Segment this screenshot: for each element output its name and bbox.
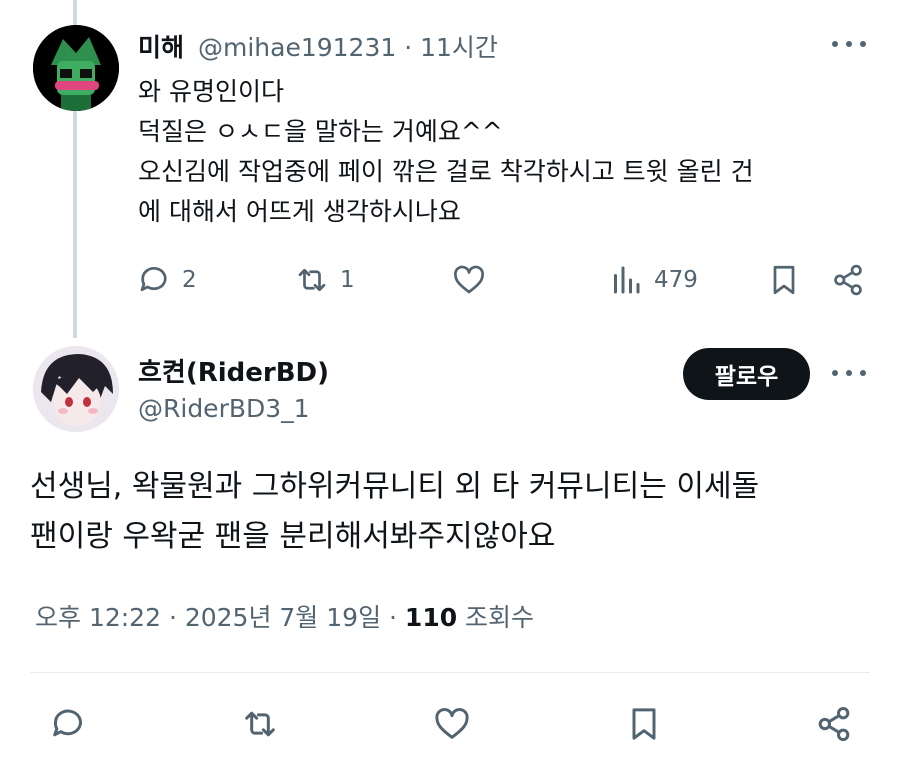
tweet-text-line: 팬이랑 우왁굳 팬을 분리해서봐주지않아요	[30, 519, 556, 554]
bookmark-icon	[773, 265, 795, 295]
reply-button[interactable]: 2	[136, 262, 197, 298]
bookmark-button[interactable]	[766, 262, 802, 298]
retweet-icon	[298, 268, 326, 292]
tweet-text-line: 에 대해서 어뜨게 생각하시나요	[138, 197, 461, 226]
author-handle[interactable]: @RiderBD3_1	[138, 394, 310, 423]
tweet-text: 와 유명인이다 덕질은 ㅇㅅㄷ을 말하는 거예요^^ 오신김에 작업중에 페이 …	[138, 72, 878, 232]
reply-button[interactable]	[48, 704, 88, 744]
retweet-button[interactable]: 1	[294, 262, 355, 298]
retweet-icon	[245, 711, 275, 737]
avatar[interactable]	[33, 25, 119, 111]
reply-count: 2	[182, 267, 197, 293]
heart-icon	[454, 265, 484, 294]
more-icon[interactable]	[832, 363, 866, 383]
tweet-text-line: 오신김에 작업중에 페이 깎은 걸로 착각하시고 트윗 올린 건	[138, 157, 754, 186]
tweet-text: 선생님, 왁물원과 그하위커뮤니티 외 타 커뮤니티는 이세돌 팬이랑 우왁굳 …	[30, 462, 880, 562]
author-name[interactable]: 미해	[138, 28, 184, 64]
like-button[interactable]	[451, 262, 487, 298]
reply-icon	[140, 267, 167, 292]
divider	[30, 672, 870, 673]
tweet-text-line: 선생님, 왁물원과 그하위커뮤니티 외 타 커뮤니티는 이세돌	[30, 469, 760, 504]
views-count: 110	[404, 603, 458, 632]
tweet-text-line: 덕질은 ㅇㅅㄷ을 말하는 거예요^^	[138, 117, 503, 146]
share-icon	[818, 707, 850, 741]
like-button[interactable]	[432, 704, 472, 744]
views-count: 479	[654, 267, 698, 293]
views-label: 조회수	[457, 603, 535, 632]
avatar-image	[33, 346, 119, 432]
share-button[interactable]	[830, 262, 866, 298]
tweet-text-line: 와 유명인이다	[138, 77, 284, 106]
views-button[interactable]: 479	[608, 262, 698, 298]
tweet-meta: 오후 12:22 · 2025년 7월 19일 · 110 조회수	[35, 598, 534, 634]
views-icon	[614, 266, 640, 294]
author-handle-time[interactable]: @mihae191231 · 11시간	[198, 28, 498, 64]
author-name[interactable]: 흐켠(RiderBD)	[138, 352, 329, 389]
tweet-timestamp[interactable]: 오후 12:22 · 2025년 7월 19일 ·	[35, 603, 405, 632]
retweet-count: 1	[340, 267, 355, 293]
share-button[interactable]	[814, 704, 854, 744]
avatar-image	[33, 25, 119, 111]
bookmark-button[interactable]	[624, 704, 664, 744]
reply-icon	[53, 709, 82, 737]
follow-button[interactable]: 팔로우	[683, 348, 810, 400]
more-icon[interactable]	[832, 34, 866, 54]
retweet-button[interactable]	[240, 704, 280, 744]
heart-icon	[435, 708, 469, 739]
bookmark-icon	[632, 708, 656, 740]
avatar[interactable]	[33, 346, 119, 432]
share-icon	[834, 264, 862, 296]
